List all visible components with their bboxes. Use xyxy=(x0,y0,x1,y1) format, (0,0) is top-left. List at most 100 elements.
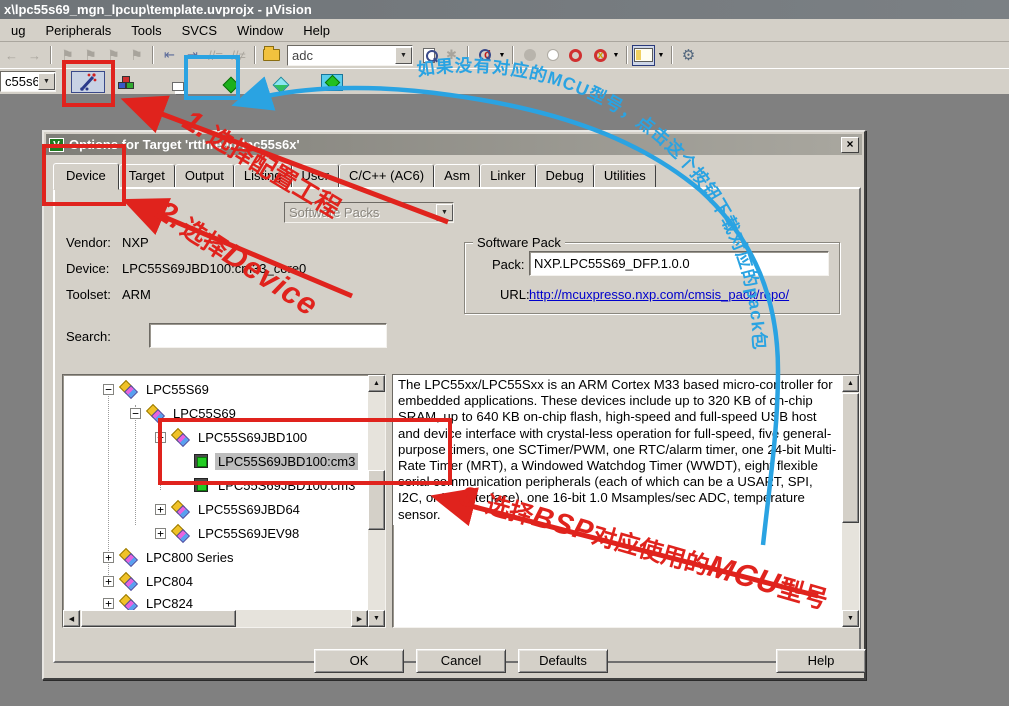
pack-installer-icon[interactable] xyxy=(321,72,344,93)
hscroll-thumb[interactable] xyxy=(81,610,236,627)
cancel-button[interactable]: Cancel xyxy=(416,649,506,673)
collapse-icon[interactable]: − xyxy=(130,408,141,419)
vscroll-thumb[interactable] xyxy=(368,470,385,530)
manage-rte-icon[interactable] xyxy=(114,73,137,94)
tab-target[interactable]: Target xyxy=(119,164,175,188)
select-software-packs-icon[interactable] xyxy=(219,75,242,96)
next-bookmark-icon[interactable] xyxy=(102,45,125,66)
scroll-left-icon[interactable]: ◀ xyxy=(63,610,80,627)
tab-linker[interactable]: Linker xyxy=(480,164,535,188)
scroll-right-icon[interactable]: ▶ xyxy=(351,610,368,627)
enable-breakpoint-icon[interactable] xyxy=(541,45,564,66)
collapse-icon[interactable]: − xyxy=(103,384,114,395)
menu-tools[interactable]: Tools xyxy=(122,21,170,40)
defaults-button[interactable]: Defaults xyxy=(518,649,608,673)
magic-wand-icon xyxy=(78,72,98,92)
scroll-down-icon[interactable]: ▼ xyxy=(842,610,859,627)
tab-debug[interactable]: Debug xyxy=(536,164,594,188)
menu-peripherals[interactable]: Peripherals xyxy=(36,21,120,40)
tree-hscrollbar[interactable]: ◀ ▶ xyxy=(63,610,368,627)
scroll-up-icon[interactable]: ▲ xyxy=(842,375,859,392)
tree-label: LPC800 Series xyxy=(143,549,236,566)
scroll-up-icon[interactable]: ▲ xyxy=(368,375,385,392)
tab-output[interactable]: Output xyxy=(175,164,234,188)
expand-icon[interactable]: + xyxy=(103,552,114,563)
tree-row[interactable]: LPC55S69JBD100:cm3 xyxy=(194,473,358,497)
close-icon[interactable]: × xyxy=(841,137,859,153)
project-window-layout-icon[interactable] xyxy=(632,45,655,66)
software-packs-combobox[interactable]: Software Packs ▼ xyxy=(284,202,454,223)
tree-row[interactable]: −LPC55S69 xyxy=(103,377,212,401)
software-components-icon[interactable] xyxy=(270,75,293,96)
manage-project-items-icon[interactable] xyxy=(167,76,190,97)
scroll-down-icon[interactable]: ▼ xyxy=(368,610,385,627)
tree-row[interactable]: +LPC804 xyxy=(103,569,196,593)
tab-utilities[interactable]: Utilities xyxy=(594,164,656,188)
dialog-body: Device Target Output Listing User C/C++ … xyxy=(46,155,862,676)
tab-listing[interactable]: Listing xyxy=(234,164,292,188)
insert-breakpoint-icon[interactable] xyxy=(518,45,541,66)
layout-dropdown-icon[interactable]: ▼ xyxy=(655,45,667,66)
help-button[interactable]: Help xyxy=(776,649,866,673)
tab-user[interactable]: User xyxy=(292,164,339,188)
clear-bookmarks-icon[interactable] xyxy=(125,45,148,66)
pack-url-link[interactable]: http://mcuxpresso.nxp.com/cmsis_pack/rep… xyxy=(529,287,789,302)
target-name: c55s6x xyxy=(1,74,38,89)
incremental-find-icon[interactable]: ✱ xyxy=(440,45,463,66)
tree-row[interactable]: − LPC55S69JBD100 xyxy=(155,425,310,449)
debug-session-icon[interactable]: d xyxy=(473,45,496,66)
tree-vscrollbar[interactable]: ▲ xyxy=(368,375,385,610)
device-family-icon xyxy=(120,596,137,611)
disable-all-breakpoints-icon[interactable] xyxy=(564,45,587,66)
tree-label: LPC55S69JBD100 xyxy=(195,429,310,446)
indent-icon[interactable]: ⇥ xyxy=(181,45,204,66)
chevron-down-icon[interactable]: ▼ xyxy=(38,73,55,90)
tree-row-selected[interactable]: LPC55S69JBD100:cm3 xyxy=(194,449,358,473)
description-vscrollbar[interactable]: ▲ ▼ xyxy=(842,375,859,627)
menu-window[interactable]: Window xyxy=(228,21,292,40)
expand-icon[interactable]: + xyxy=(155,528,166,539)
tree-row[interactable]: + LPC800 Series xyxy=(103,545,236,569)
kill-all-breakpoints-icon[interactable]: x xyxy=(587,45,610,66)
device-value: LPC55S69JBD100:cm33_core0 xyxy=(122,261,306,276)
back-arrow-icon[interactable]: ← xyxy=(0,45,23,66)
bookmark-icon[interactable] xyxy=(56,45,79,66)
toolbar-build: c55s6x ▼ xyxy=(0,68,1009,94)
comment-icon[interactable]: //≡ xyxy=(204,45,227,66)
menu-debug[interactable]: ug xyxy=(2,21,34,40)
menu-svcs[interactable]: SVCS xyxy=(173,21,226,40)
find-in-files-icon[interactable] xyxy=(260,45,283,66)
find-in-document-icon[interactable] xyxy=(417,45,440,66)
unindent-icon[interactable]: ⇤ xyxy=(158,45,181,66)
tab-cpp[interactable]: C/C++ (AC6) xyxy=(339,164,434,188)
tab-device[interactable]: Device xyxy=(53,163,119,190)
debug-dropdown-icon[interactable]: ▼ xyxy=(496,45,508,66)
tree-row[interactable]: + LPC55S69JEV98 xyxy=(155,521,302,545)
toolbar-separator xyxy=(254,46,256,64)
collapse-icon[interactable]: − xyxy=(155,432,166,443)
target-select-combobox[interactable]: c55s6x ▼ xyxy=(0,71,56,92)
search-input[interactable] xyxy=(149,323,387,348)
device-tree: −LPC55S69 −LPC55S69 − LPC55S69JBD100 LPC5… xyxy=(62,374,386,628)
find-combobox[interactable]: adc ▼ xyxy=(287,45,413,66)
options-for-target-button[interactable] xyxy=(71,71,105,93)
tree-row[interactable]: −LPC55S69 xyxy=(130,401,239,425)
tab-asm[interactable]: Asm xyxy=(434,164,480,188)
toolbar-separator xyxy=(626,46,628,64)
dialog-title: Options for Target 'rtthread-lpc55s6x' xyxy=(69,137,300,152)
tree-row[interactable]: +LPC55S69JBD64 xyxy=(155,497,303,521)
prev-bookmark-icon[interactable] xyxy=(79,45,102,66)
forward-arrow-icon[interactable]: → xyxy=(23,45,46,66)
expand-icon[interactable]: + xyxy=(103,576,114,587)
expand-icon[interactable]: + xyxy=(155,504,166,515)
software-pack-group: Software Pack Pack: NXP.LPC55S69_DFP.1.0… xyxy=(464,242,840,314)
tree-label: LPC55S69JEV98 xyxy=(195,525,302,542)
menu-help[interactable]: Help xyxy=(294,21,339,40)
expand-icon[interactable]: + xyxy=(103,598,114,609)
breakpoints-dropdown-icon[interactable]: ▼ xyxy=(610,45,622,66)
vscroll-thumb[interactable] xyxy=(842,393,859,523)
ok-button[interactable]: OK xyxy=(314,649,404,673)
configure-wrench-icon[interactable]: ⚙ xyxy=(677,45,700,66)
chevron-down-icon[interactable]: ▼ xyxy=(395,47,412,64)
uncomment-icon[interactable]: //≠ xyxy=(227,45,250,66)
